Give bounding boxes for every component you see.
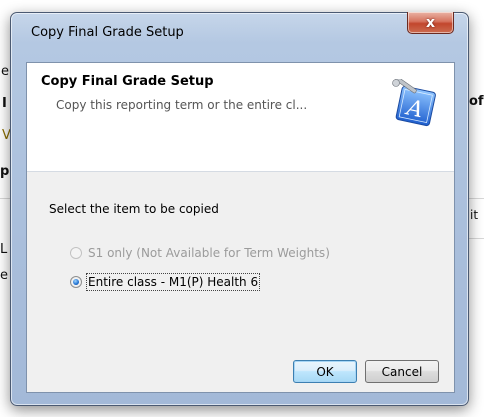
ok-button[interactable]: OK (293, 360, 357, 383)
option-label: Entire class - M1(P) Health 6 (85, 273, 261, 291)
copy-final-grade-dialog: Copy Final Grade Setup x Copy Final Grad… (10, 12, 469, 406)
bg-text-fragment: of (469, 94, 484, 109)
radio-button[interactable] (70, 247, 82, 259)
bg-text-fragment: it (470, 208, 479, 222)
bg-text-fragment: e (0, 268, 8, 283)
title-bar[interactable]: Copy Final Grade Setup x (11, 12, 468, 43)
bg-divider (467, 238, 484, 239)
option-entire-class[interactable]: Entire class - M1(P) Health 6 (70, 273, 261, 291)
app-installer-icon: A (392, 79, 436, 127)
close-icon: x (425, 14, 436, 31)
group-label: Select the item to be copied (49, 202, 219, 216)
option-s1-only[interactable]: S1 only (Not Available for Term Weights) (70, 246, 330, 260)
window-title: Copy Final Grade Setup (31, 25, 184, 40)
header-subtitle: Copy this reporting term or the entire c… (56, 98, 308, 112)
close-button[interactable]: x (407, 12, 454, 34)
bg-text-fragment: I (2, 96, 7, 111)
bg-text-fragment: e (1, 64, 9, 79)
dialog-header-panel: Copy Final Grade Setup Copy this reporti… (27, 63, 454, 172)
cancel-button[interactable]: Cancel (365, 360, 439, 383)
dialog-client-area: Copy Final Grade Setup Copy this reporti… (26, 62, 455, 393)
option-label: S1 only (Not Available for Term Weights) (88, 246, 330, 260)
bg-text-fragment: L (0, 242, 8, 257)
bg-divider (467, 198, 484, 199)
header-title: Copy Final Grade Setup (41, 74, 214, 89)
radio-button-selected[interactable] (70, 276, 82, 288)
bg-text-fragment: p (0, 164, 10, 179)
